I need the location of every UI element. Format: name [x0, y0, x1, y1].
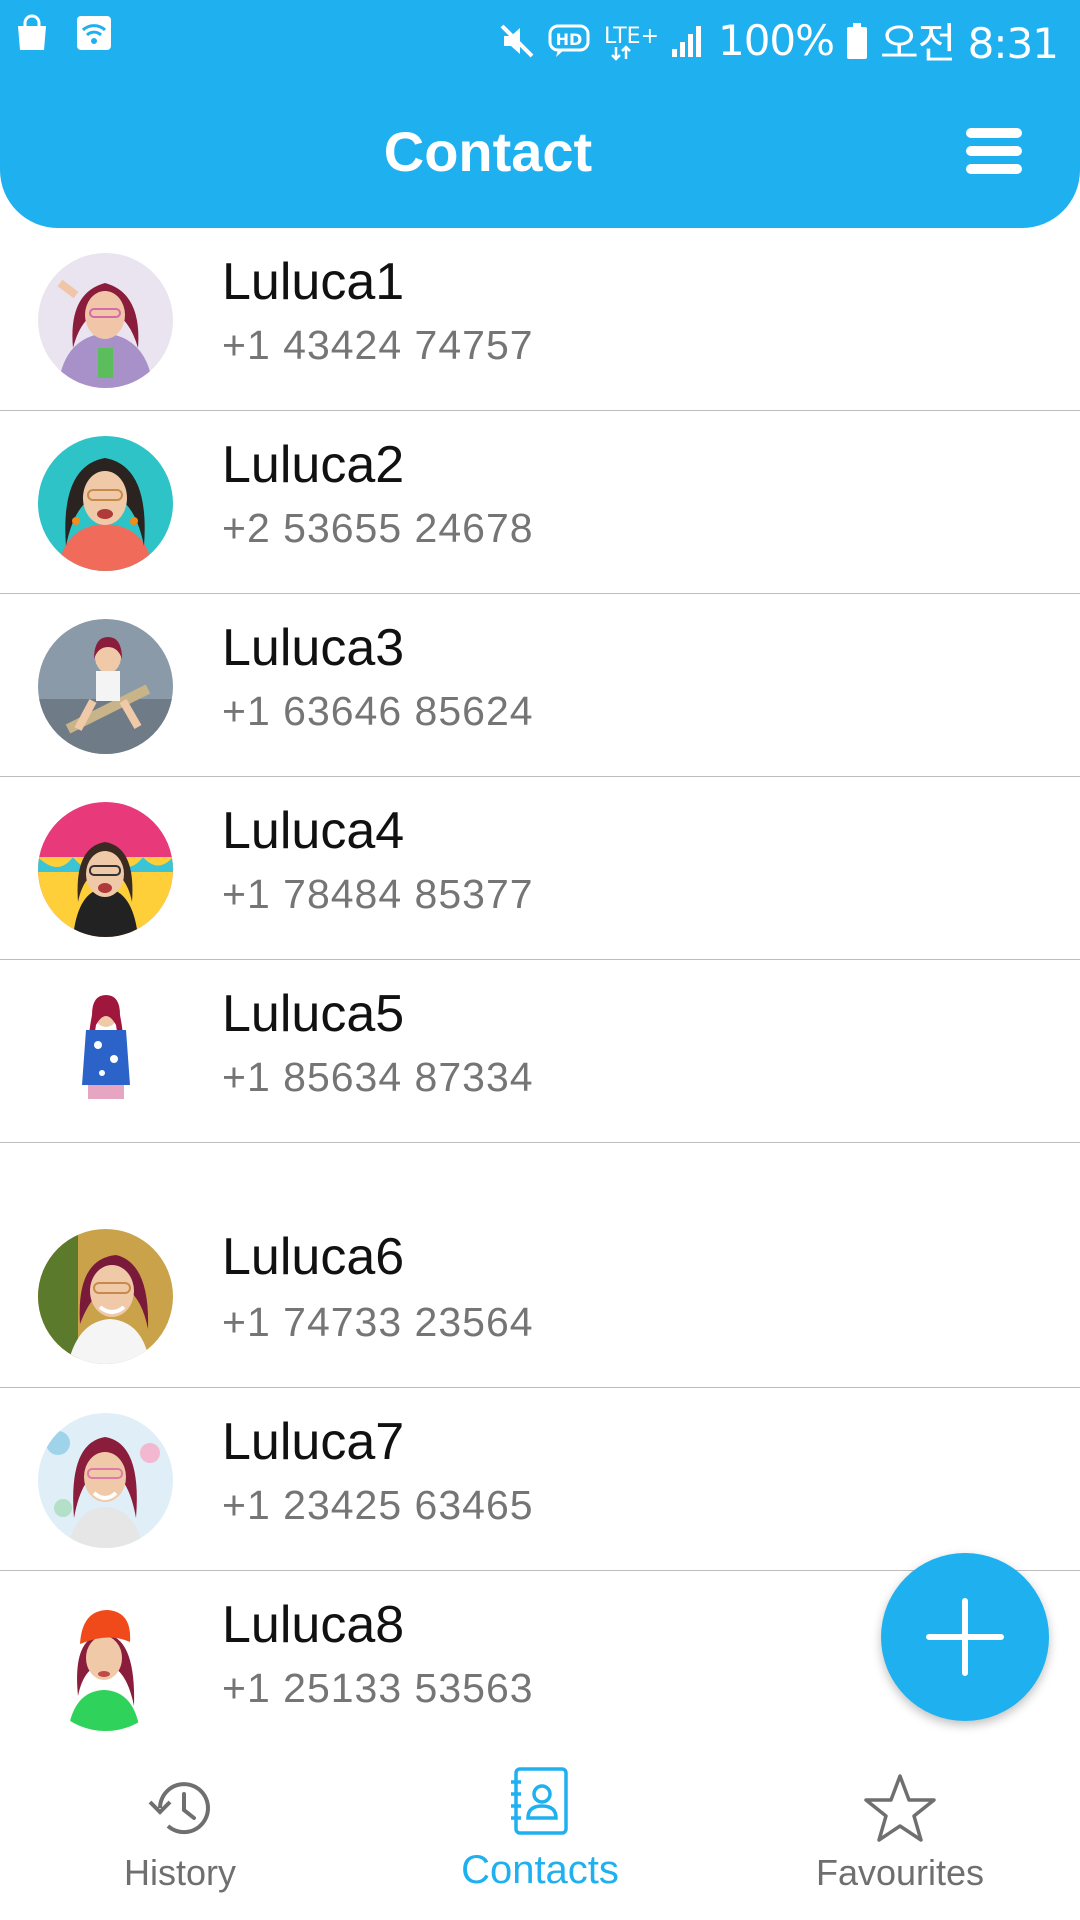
contact-phone: +1 78484 85377 [222, 871, 534, 917]
avatar [38, 1413, 173, 1548]
status-bar: HD LTE+ 100% 오전 8:31 [0, 0, 1080, 76]
contact-name: Luluca1 [222, 253, 405, 311]
wifi-icon [76, 15, 112, 51]
plus-icon [926, 1598, 1004, 1676]
contact-phone: +1 43424 74757 [222, 322, 534, 368]
hd-call-icon: HD [548, 24, 590, 58]
mute-icon [498, 22, 536, 60]
contact-list: Luluca1 +1 43424 74757 Luluca2 +2 53655 … [0, 228, 1080, 1754]
avatar [38, 985, 173, 1120]
contact-name: Luluca7 [222, 1413, 405, 1471]
page-title: Contact [383, 120, 593, 183]
contact-phone: +1 63646 85624 [222, 688, 534, 734]
avatar [38, 253, 173, 388]
nav-favourites[interactable]: Favourites [750, 1752, 1050, 1920]
signal-icon [670, 23, 706, 59]
contact-row[interactable]: Luluca4 +1 78484 85377 [0, 777, 1080, 960]
avatar [38, 619, 173, 754]
nav-contacts[interactable]: Contacts [390, 1752, 690, 1920]
battery-percentage: 100% [717, 16, 835, 65]
contact-phone: +1 25133 53563 [222, 1665, 534, 1711]
hamburger-menu-icon[interactable] [966, 124, 1026, 180]
contact-row[interactable]: Luluca6 +1 74733 23564 [0, 1143, 1080, 1388]
contact-phone: +1 74733 23564 [222, 1299, 534, 1345]
contact-name: Luluca6 [222, 1228, 405, 1286]
contact-name: Luluca2 [222, 436, 405, 494]
contact-name: Luluca4 [222, 802, 405, 860]
add-contact-button[interactable] [881, 1553, 1049, 1721]
nav-label: History [123, 1852, 236, 1893]
contact-name: Luluca8 [222, 1596, 405, 1654]
contact-row[interactable]: Luluca5 +1 85634 87334 [0, 960, 1080, 1143]
avatar [38, 436, 173, 571]
avatar [38, 1229, 173, 1364]
contact-name: Luluca3 [222, 619, 405, 677]
contact-name: Luluca5 [222, 985, 405, 1043]
contact-row[interactable]: Luluca1 +1 43424 74757 [0, 228, 1080, 411]
app-header: HD LTE+ 100% 오전 8:31 Contact [0, 0, 1080, 228]
bottom-navigation: History Contacts Favourites [0, 1752, 1080, 1920]
contact-row[interactable]: Luluca2 +2 53655 24678 [0, 411, 1080, 594]
contact-phone: +1 85634 87334 [222, 1054, 534, 1100]
contact-row[interactable]: Luluca7 +1 23425 63465 [0, 1388, 1080, 1571]
lte-icon: LTE+ [602, 21, 658, 61]
star-icon [862, 1772, 938, 1849]
avatar [38, 1596, 173, 1731]
shopping-bag-icon [14, 14, 50, 52]
contact-phone: +1 23425 63465 [222, 1482, 534, 1528]
contacts-book-icon [508, 1766, 572, 1843]
hd-badge: HD [556, 30, 583, 49]
nav-label: Contacts [461, 1848, 619, 1892]
battery-icon [846, 22, 868, 60]
avatar [38, 802, 173, 937]
clock: 오전 8:31 [880, 19, 1059, 68]
contact-phone: +2 53655 24678 [222, 505, 534, 551]
network-type: LTE+ [604, 24, 658, 49]
contact-row[interactable]: Luluca3 +1 63646 85624 [0, 594, 1080, 777]
history-icon [142, 1772, 218, 1849]
nav-history[interactable]: History [30, 1752, 330, 1920]
nav-label: Favourites [815, 1852, 985, 1893]
